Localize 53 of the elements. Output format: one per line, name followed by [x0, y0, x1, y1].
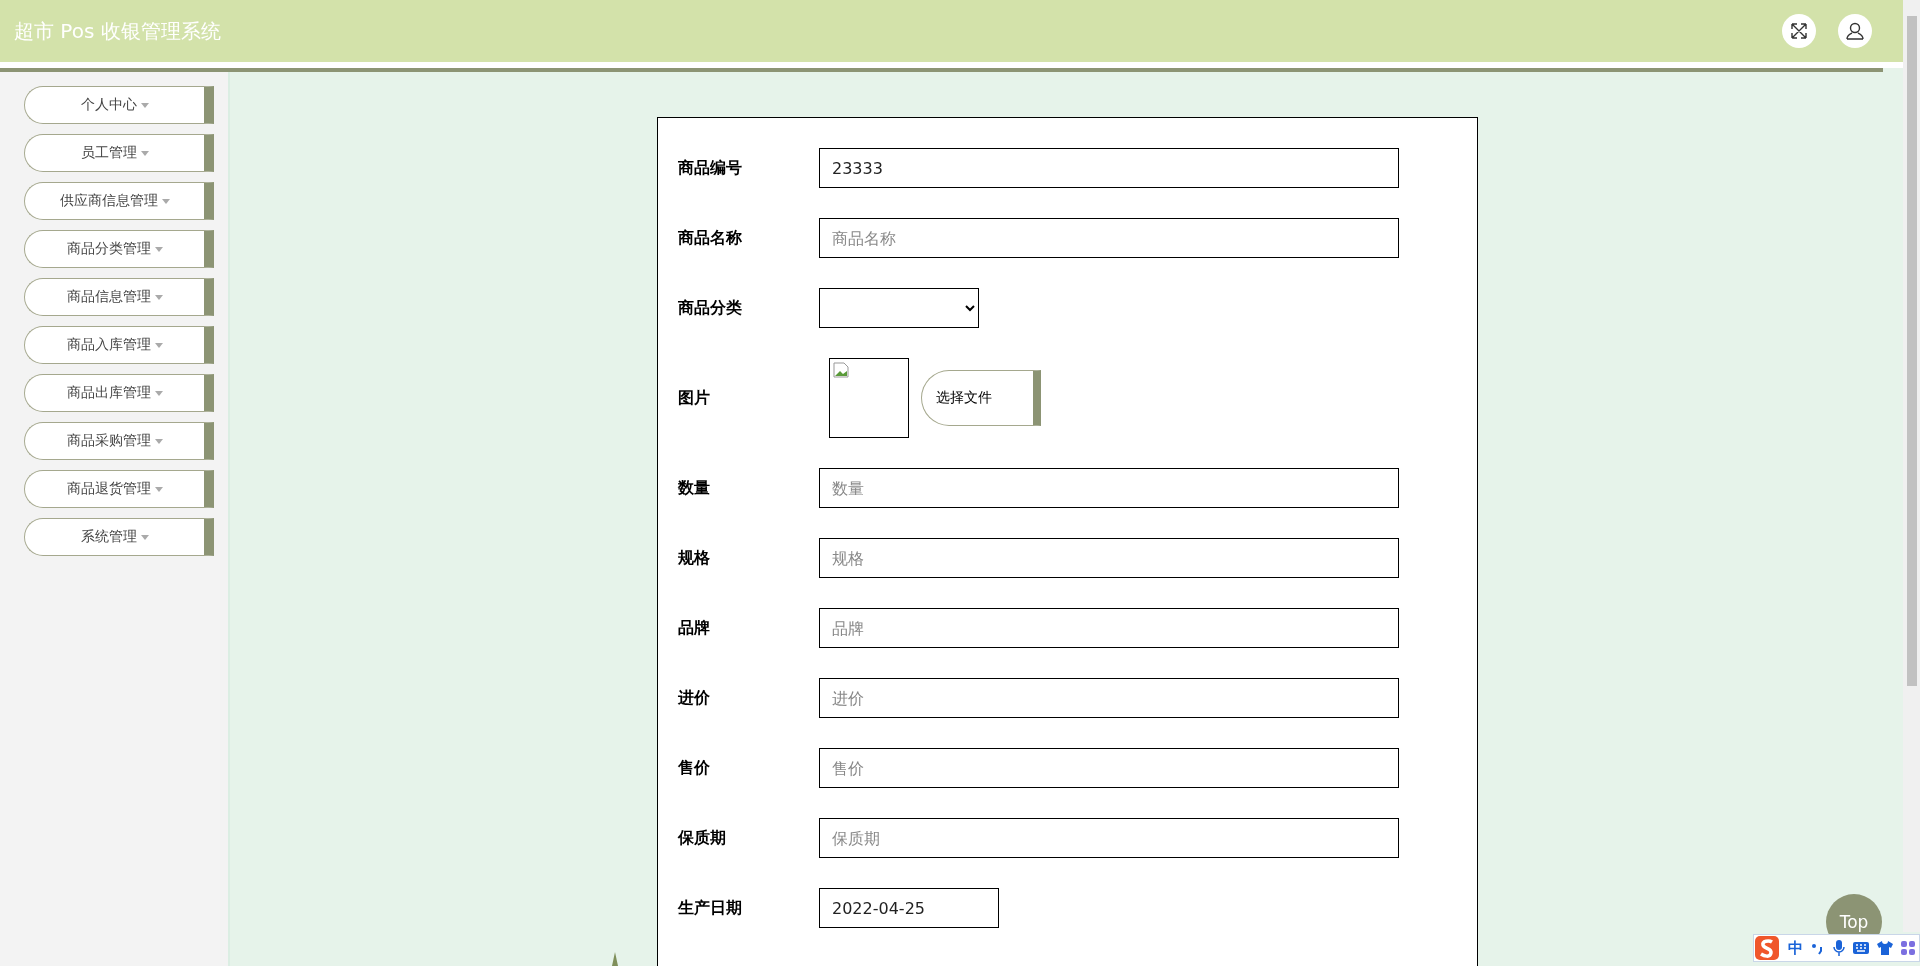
input-mode-label[interactable]: 中	[1788, 938, 1803, 958]
field-label: 商品编号	[678, 157, 743, 179]
date-input-field[interactable]: 2022-04-25	[819, 888, 999, 928]
sidebar-menu-item[interactable]: 员工管理	[24, 134, 214, 172]
apps-grid-icon[interactable]	[1901, 941, 1915, 955]
sidebar-menu-item[interactable]: 商品信息管理	[24, 278, 214, 316]
sidebar-menu-item[interactable]: 商品入库管理	[24, 326, 214, 364]
field-label: 数量	[678, 477, 711, 499]
text-input-field[interactable]: 数量	[819, 468, 1399, 508]
caret-icon	[154, 246, 163, 252]
field-label: 生产日期	[678, 897, 743, 919]
caret-icon	[154, 438, 163, 444]
sidebar-menu-item[interactable]: 商品采购管理	[24, 422, 214, 460]
broken-image-icon	[833, 362, 849, 378]
text-input-field[interactable]: 进价	[819, 678, 1399, 718]
text-input-field[interactable]: 售价	[819, 748, 1399, 788]
field-label: 图片	[678, 387, 711, 409]
field-label: 进价	[678, 687, 711, 709]
caret-icon	[161, 198, 170, 204]
category-dropdown[interactable]	[819, 288, 979, 328]
caret-icon	[140, 534, 149, 540]
text-input-field[interactable]: 品牌	[819, 608, 1399, 648]
caret-icon	[140, 102, 149, 108]
field-label: 商品分类	[678, 297, 743, 319]
sidebar-menu-item[interactable]: 系统管理	[24, 518, 214, 556]
field-label: 规格	[678, 547, 711, 569]
shirt-icon[interactable]	[1877, 941, 1893, 955]
caret-icon	[154, 294, 163, 300]
field-label: 售价	[678, 757, 711, 779]
caret-icon	[154, 486, 163, 492]
field-label: 商品名称	[678, 227, 743, 249]
user-icon[interactable]	[1838, 14, 1872, 48]
text-input-field[interactable]: 23333	[819, 148, 1399, 188]
sidebar-menu-item[interactable]: 商品出库管理	[24, 374, 214, 412]
text-input-field[interactable]: 保质期	[819, 818, 1399, 858]
caret-icon	[154, 390, 163, 396]
sidebar-menu-item[interactable]: 商品分类管理	[24, 230, 214, 268]
punctuation-icon[interactable]	[1811, 941, 1825, 955]
sidebar-menu-item[interactable]: 供应商信息管理	[24, 182, 214, 220]
choose-file-button[interactable]: 选择文件	[921, 370, 1041, 426]
text-input-field[interactable]: 规格	[819, 538, 1399, 578]
fullscreen-icon[interactable]	[1782, 14, 1816, 48]
sidebar-menu-item[interactable]: 个人中心	[24, 86, 214, 124]
caret-icon	[140, 150, 149, 156]
microphone-icon[interactable]	[1833, 940, 1845, 956]
field-label: 品牌	[678, 617, 711, 639]
text-input-field[interactable]: 商品名称	[819, 218, 1399, 258]
app-title: 超市 Pos 收银管理系统	[14, 17, 221, 45]
sidebar-menu-item[interactable]: 商品退货管理	[24, 470, 214, 508]
scrollbar[interactable]	[1903, 0, 1920, 932]
keyboard-icon[interactable]	[1853, 942, 1869, 954]
caret-icon	[154, 342, 163, 348]
field-label: 保质期	[678, 827, 727, 849]
